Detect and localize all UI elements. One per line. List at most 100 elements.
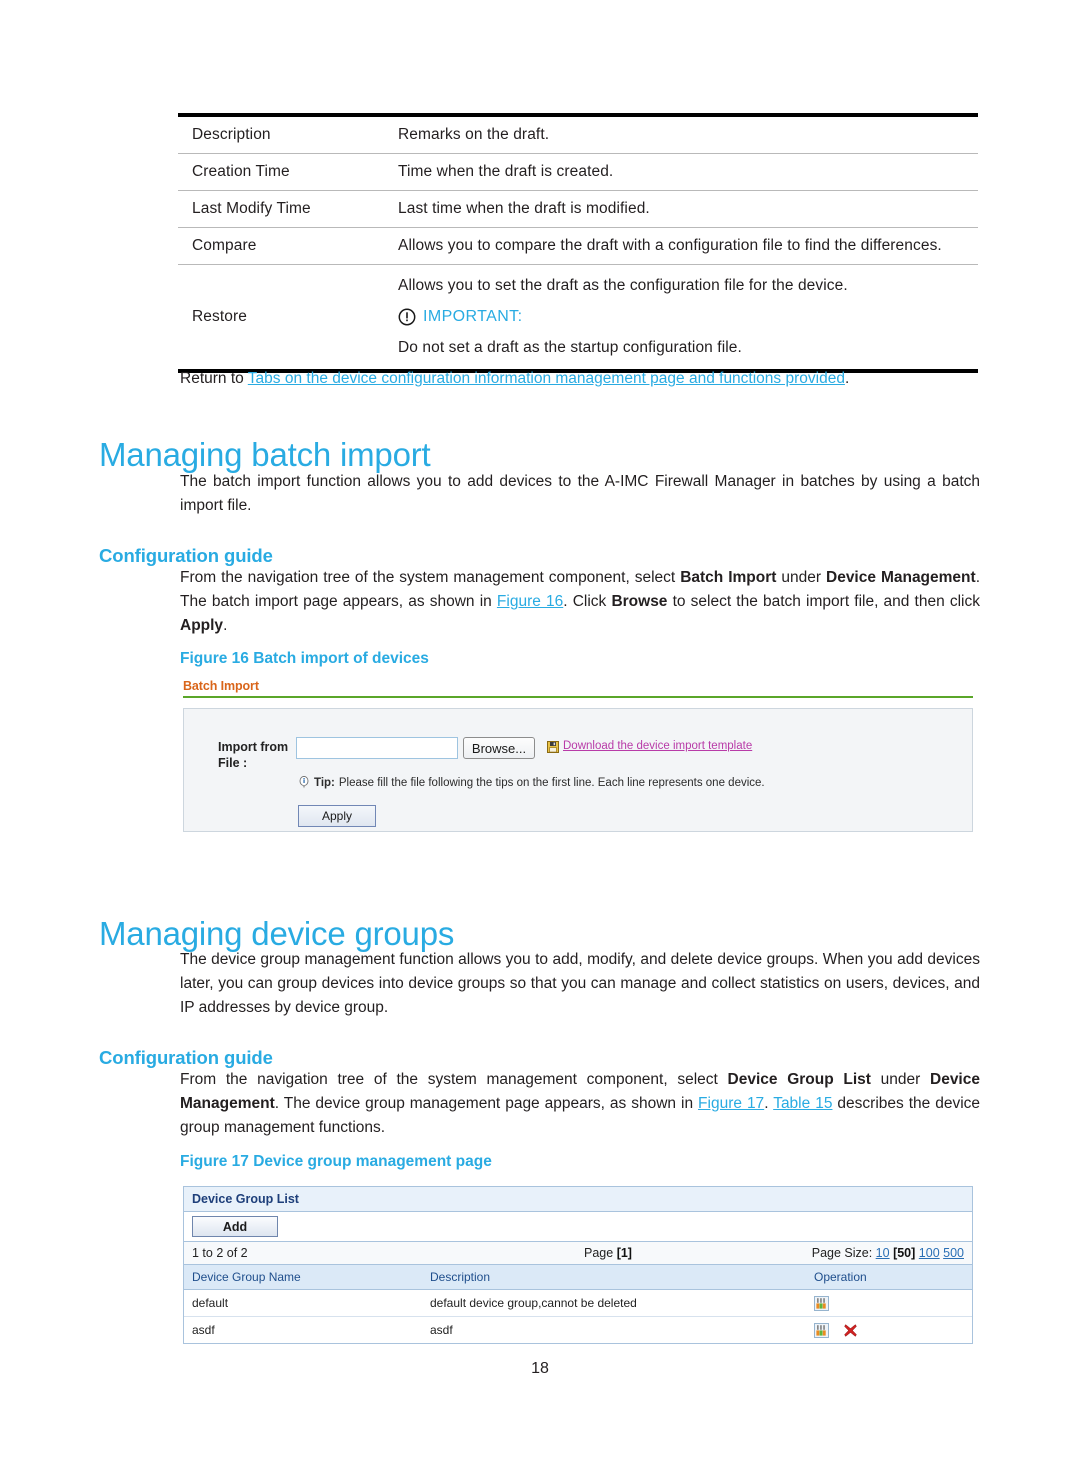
figure-17-screenshot: Device Group List Add 1 to 2 of 2 Page [… [183,1186,973,1344]
delete-icon[interactable] [843,1323,858,1338]
term-cell: Creation Time [178,153,384,191]
tip-label: Tip: [314,776,335,789]
guide-text: . [223,617,228,635]
column-header-description[interactable]: Description [422,1265,806,1290]
download-template-link[interactable]: Download the device import template [563,740,752,752]
table-row: Compare Allows you to compare the draft … [178,227,978,265]
batch-import-panel: Import from File : Browse... Download th… [183,708,973,832]
batch-import-panel-title: Batch Import [183,679,259,693]
device-groups-intro: The device group management function all… [180,951,980,1017]
term-cell: Compare [178,227,384,265]
section-heading-configuration-guide-2: Configuration guide [99,1047,273,1069]
guide-bold-device-group-list: Device Group List [727,1071,871,1088]
page-label: Page [584,1246,617,1260]
modify-icon[interactable] [814,1295,829,1311]
apply-button[interactable]: Apply [298,805,376,827]
panel-divider [183,696,973,698]
modify-icon[interactable] [814,1322,829,1338]
term-cell: Restore [192,308,247,325]
table-row: Description Remarks on the draft. [178,115,978,154]
page-size-label: Page Size: [811,1246,876,1260]
add-button[interactable]: Add [192,1216,278,1237]
important-note: IMPORTANT: [398,308,974,326]
table-row-restore: Restore Allows you to set the draft as t… [178,265,978,372]
guide-bold-browse: Browse [611,593,668,611]
page-indicator: Page [1] [492,1246,724,1260]
guide-text: under [776,569,826,586]
cell-operation [806,1289,972,1317]
description-cell: Last time when the draft is modified. [384,190,978,228]
page-size-option-100[interactable]: 100 [919,1246,940,1260]
device-groups-guide: From the navigation tree of the system m… [180,1068,980,1140]
page-size-option-10[interactable]: 10 [876,1246,890,1260]
guide-text: From the navigation tree of the system m… [180,569,681,586]
cell-device-group-name: asdf [184,1316,422,1343]
tip-row: Tip: Please fill the file following the … [298,775,765,789]
restore-line-1: Allows you to set the draft as the confi… [398,277,848,294]
table-row: Creation Time Time when the draft is cre… [178,153,978,191]
page-title-batch-import: Managing batch import [99,436,431,474]
page-size-option-50-selected[interactable]: [50] [893,1246,915,1260]
column-header-operation[interactable]: Operation [806,1265,972,1290]
term-cell: Description [178,115,384,154]
operation-icons [814,1322,964,1338]
guide-bold-apply: Apply [180,617,224,635]
document-page: Description Remarks on the draft. Creati… [0,0,1080,1466]
record-range: 1 to 2 of 2 [192,1246,248,1260]
page-size-selector: Page Size: 10 [50] 100 500 [724,1246,964,1260]
table-header-row: Device Group Name Description Operation [184,1265,972,1290]
guide-text: under [870,1071,930,1088]
figure-17-link[interactable]: Figure 17 [698,1095,764,1112]
cell-device-group-name: default [184,1289,422,1317]
cell-description: default device group,cannot be deleted [422,1289,806,1317]
restore-line-2: Do not set a draft as the startup config… [398,339,742,356]
figure-16-caption: Figure 16 Batch import of devices [180,650,429,667]
important-label: IMPORTANT: [423,308,523,325]
browse-button[interactable]: Browse... [463,737,535,759]
import-from-file-row: Import from File : Browse... Download th… [218,737,752,771]
table-row: Last Modify Time Last time when the draf… [178,190,978,228]
column-header-device-group-name[interactable]: Device Group Name [184,1265,422,1290]
guide-text: From the navigation tree of the system m… [180,1071,728,1088]
cross-reference-link[interactable]: Tabs on the device configuration informa… [248,370,845,387]
batch-import-intro: The batch import function allows you to … [180,473,980,515]
device-group-table: Device Group Name Description Operation … [184,1265,972,1343]
table-15-link[interactable]: Table 15 [773,1095,832,1112]
guide-bold-batch-import: Batch Import [680,569,777,586]
section-heading-configuration-guide-1: Configuration guide [99,545,273,567]
guide-text: . [764,1095,774,1113]
import-from-file-label: Import from File : [218,740,289,770]
table-row: default default device group,cannot be d… [184,1289,972,1317]
return-suffix: . [844,370,850,387]
figure-17-caption: Figure 17 Device group management page [180,1153,492,1170]
page-number: 18 [531,1360,549,1377]
guide-text: . Click [563,593,612,611]
draft-attributes-table: Description Remarks on the draft. Creati… [178,113,978,373]
page-size-option-500[interactable]: 500 [943,1246,964,1260]
device-group-toolbar: Add [184,1212,972,1242]
file-path-input[interactable] [296,737,458,759]
cell-operation [806,1316,972,1343]
description-cell: Allows you to compare the draft with a c… [384,227,978,265]
info-icon [298,775,310,789]
description-cell: Remarks on the draft. [384,115,978,154]
table-row: asdf asdf [184,1316,972,1343]
guide-text: to select the batch import file, and the… [667,593,980,611]
return-to-line: Return to Tabs on the device configurati… [180,370,980,388]
batch-import-guide: From the navigation tree of the system m… [180,566,980,638]
term-cell: Last Modify Time [178,190,384,228]
cell-description: asdf [422,1316,806,1343]
figure-16-link[interactable]: Figure 16 [497,593,563,610]
description-cell: Time when the draft is created. [384,153,978,191]
download-template-group: Download the device import template [547,737,752,753]
page-current[interactable]: [1] [617,1246,632,1260]
save-icon [547,740,559,753]
device-group-list-title: Device Group List [184,1186,972,1212]
guide-bold-device-management: Device Management [826,569,976,586]
guide-text: . The device group management page appea… [274,1095,699,1113]
description-cell: Allows you to set the draft as the confi… [384,265,978,372]
tip-text: Please fill the file following the tips … [338,776,765,789]
pagination-bar: 1 to 2 of 2 Page [1] Page Size: 10 [50] … [184,1242,972,1265]
important-icon [398,308,416,326]
return-prefix: Return to [180,370,248,387]
